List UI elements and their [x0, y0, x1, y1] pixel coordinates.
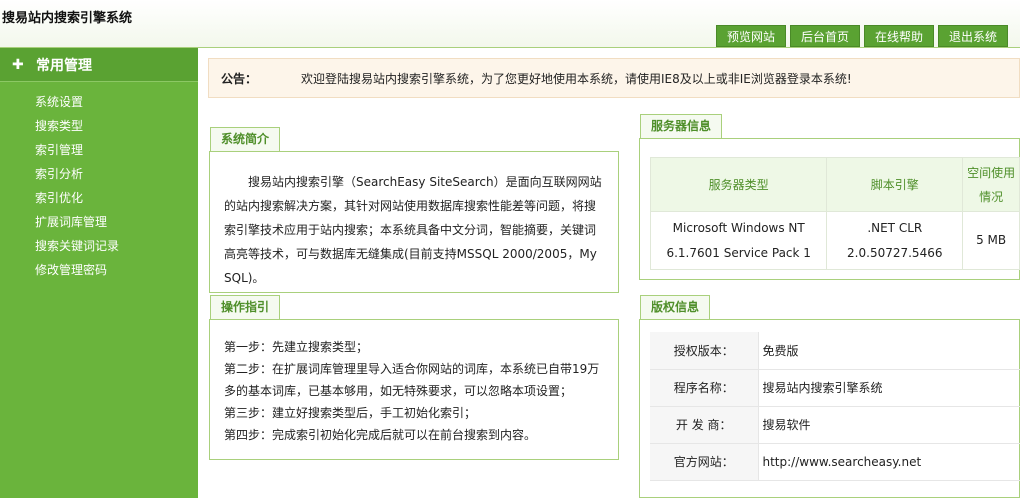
- table-header-row: 服务器类型 脚本引擎 空间使用情况: [649, 157, 1020, 212]
- notice-bar: 公告： 欢迎登陆搜易站内搜索引擎系统，为了您更好地使用本系统，请使用IE8及以上…: [208, 58, 1020, 98]
- server-panel-title: 服务器信息: [640, 114, 723, 138]
- copyright-table: 授权版本： 免费版 程序名称： 搜易站内搜索引擎系统 开 发 商： 搜易软件 官…: [650, 332, 1020, 481]
- row-key: 程序名称：: [650, 369, 759, 407]
- admin-home-button[interactable]: 后台首页: [789, 25, 860, 47]
- intro-panel-title: 系统简介: [210, 127, 281, 151]
- sidebar-item-dictionary-management[interactable]: 扩展词库管理: [0, 210, 198, 234]
- sidebar-item-change-password[interactable]: 修改管理密码: [0, 258, 198, 282]
- sidebar-item-index-management[interactable]: 索引管理: [0, 138, 198, 162]
- copyright-panel-title: 版权信息: [640, 295, 711, 319]
- logout-button[interactable]: 退出系统: [937, 25, 1008, 47]
- server-type-cell: Microsoft Windows NT 6.1.7601 Service Pa…: [649, 211, 828, 270]
- row-key: 官方网站：: [650, 443, 759, 481]
- notice-label: 公告：: [221, 72, 258, 86]
- row-key: 开 发 商：: [650, 406, 759, 444]
- table-row: 官方网站： http://www.searcheasy.net: [650, 443, 1020, 481]
- row-key: 授权版本：: [650, 332, 759, 370]
- guide-step: 第二步：在扩展词库管理里导入适合你网站的词库，本系统已自带19万多的基本词库，已…: [224, 362, 600, 398]
- guide-step: 第三步：建立好搜索类型后，手工初始化索引；: [224, 406, 477, 420]
- column-header: 服务器类型: [649, 157, 828, 212]
- app-title: 搜易站内搜索引擎系统: [2, 11, 133, 26]
- sidebar-item-search-types[interactable]: 搜索类型: [0, 114, 198, 138]
- notice-text: 欢迎登陆搜易站内搜索引擎系统，为了您更好地使用本系统，请使用IE8及以上或非IE…: [301, 72, 852, 86]
- sidebar-item-index-optimize[interactable]: 索引优化: [0, 186, 198, 210]
- sidebar-item-system-settings[interactable]: 系统设置: [0, 90, 198, 114]
- header: 搜易站内搜索引擎系统 预览网站 后台首页 在线帮助 退出系统: [0, 0, 1020, 48]
- row-value: 搜易软件: [758, 406, 1020, 444]
- top-nav: 预览网站 后台首页 在线帮助 退出系统: [715, 25, 1008, 47]
- space-usage-cell: 5 MB: [962, 211, 1020, 270]
- guide-step: 第一步：先建立搜索类型；: [224, 340, 369, 354]
- plus-icon: ✚: [12, 56, 24, 73]
- guide-panel-title: 操作指引: [210, 295, 281, 319]
- sidebar-section-header[interactable]: ✚ 常用管理: [0, 48, 198, 82]
- sidebar-section-title: 常用管理: [36, 57, 92, 74]
- server-info-table: 服务器类型 脚本引擎 空间使用情况 Microsoft Windows NT 6…: [649, 157, 1020, 270]
- table-row: 程序名称： 搜易站内搜索引擎系统: [650, 369, 1020, 407]
- row-value: 搜易站内搜索引擎系统: [758, 369, 1020, 407]
- guide-steps: 第一步：先建立搜索类型； 第二步：在扩展词库管理里导入适合你网站的词库，本系统已…: [210, 320, 618, 446]
- online-help-button[interactable]: 在线帮助: [863, 25, 934, 47]
- column-header: 脚本引擎: [826, 157, 964, 212]
- sidebar-item-index-analysis[interactable]: 索引分析: [0, 162, 198, 186]
- column-header: 空间使用情况: [962, 157, 1020, 212]
- sidebar-item-keyword-log[interactable]: 搜索关键词记录: [0, 234, 198, 258]
- preview-site-button[interactable]: 预览网站: [715, 25, 786, 47]
- official-website-link[interactable]: http://www.searcheasy.net: [758, 443, 1020, 481]
- table-row: 授权版本： 免费版: [650, 332, 1020, 370]
- table-row: 开 发 商： 搜易软件: [650, 406, 1020, 444]
- intro-text: 搜易站内搜索引擎（SearchEasy SiteSearch）是面向互联网网站的…: [224, 175, 602, 285]
- guide-step: 第四步：完成索引初始化完成后就可以在前台搜索到内容。: [224, 428, 537, 442]
- row-value: 免费版: [758, 332, 1020, 370]
- sidebar: ✚ 常用管理 系统设置 搜索类型 索引管理 索引分析 索引优化 扩展词库管理 搜…: [0, 48, 198, 498]
- table-row: Microsoft Windows NT 6.1.7601 Service Pa…: [649, 211, 1020, 270]
- script-engine-cell: .NET CLR 2.0.50727.5466: [826, 211, 964, 270]
- intro-panel: 搜易站内搜索引擎（SearchEasy SiteSearch）是面向互联网网站的…: [209, 151, 619, 293]
- guide-panel: 第一步：先建立搜索类型； 第二步：在扩展词库管理里导入适合你网站的词库，本系统已…: [209, 319, 619, 460]
- sidebar-menu: 系统设置 搜索类型 索引管理 索引分析 索引优化 扩展词库管理 搜索关键词记录 …: [0, 90, 198, 282]
